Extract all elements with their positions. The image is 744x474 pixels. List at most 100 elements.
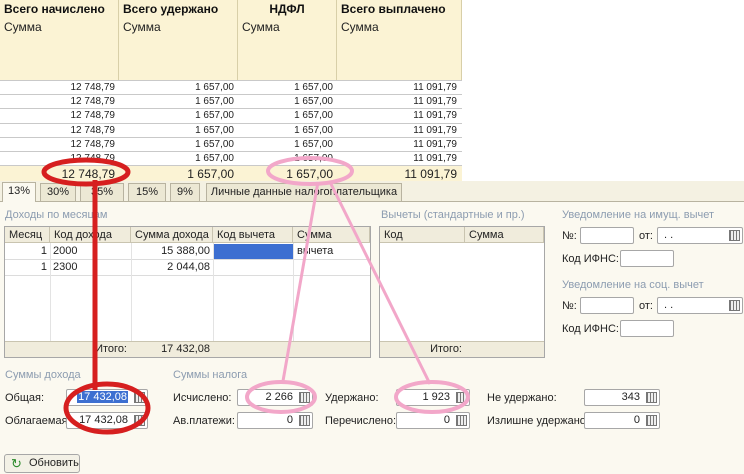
calculator-icon[interactable] [646,415,657,426]
column-title: Всего выплачено [341,2,446,16]
cell-withheld: 1 657,00 [195,124,234,136]
calculated-field[interactable]: 2 266 [237,389,313,406]
column-header-ndfl[interactable]: НДФЛ Сумма [238,0,337,80]
refresh-label: Обновить [29,457,79,469]
calculated-label: Исчислено: [173,392,232,404]
cell-paid: 11 091,79 [413,152,457,164]
table-row[interactable]: 12 748,79 1 657,00 1 657,00 11 091,79 [0,136,462,151]
calendar-icon[interactable] [729,300,740,311]
col-income-code[interactable]: Код дохода [50,227,131,243]
calculator-icon[interactable] [456,415,467,426]
cell-ndfl: 1 657,00 [294,82,333,93]
column-header-accrued[interactable]: Всего начислено Сумма [0,0,119,80]
calculator-icon[interactable] [134,392,145,403]
tab-35[interactable]: 35% [80,183,124,201]
income-grid-footer: Итого: 17 432,08 [5,341,370,357]
tab-30[interactable]: 30% [40,183,76,201]
col-deduction-code[interactable]: Код вычета [213,227,293,243]
table-row[interactable]: 1 2000 15 388,00 [5,244,370,260]
column-title: НДФЛ [269,2,305,16]
income-total-field[interactable]: 17 432,08 [66,389,148,406]
cell-ndfl: 1 657,00 [294,96,333,108]
tab-9[interactable]: 9% [170,183,200,201]
cell-deduction-code-selected[interactable] [213,244,293,259]
property-notice-ifns-field[interactable] [620,250,674,267]
cell-paid: 11 091,79 [413,96,457,108]
cell-ndfl: 1 657,00 [294,152,333,164]
cell-withheld: 1 657,00 [195,96,234,108]
cell-ndfl: 1 657,00 [294,110,333,122]
cell-accrued: 12 748,79 [70,124,116,136]
social-notice-number-field[interactable] [580,297,634,314]
not-withheld-label: Не удержано: [487,392,557,404]
tab-13[interactable]: 13% [2,182,36,202]
date-value: . . [664,229,674,241]
table-row[interactable]: 1 2300 2 044,08 [5,260,370,276]
col-income-sum[interactable]: Сумма дохода [131,227,213,243]
column-subtitle: Сумма [242,20,280,34]
social-notice-date-field[interactable]: . . [657,297,743,314]
advance-payments-field[interactable]: 0 [237,412,313,429]
not-withheld-field[interactable]: 343 [584,389,660,406]
cell-accrued: 12 748,79 [70,138,116,150]
column-header-withheld[interactable]: Всего удержано Сумма [119,0,238,80]
table-row[interactable]: 12 748,79 1 657,00 1 657,00 11 091,79 [0,122,462,137]
tab-personal-data[interactable]: Личные данные налогоплательщика [206,183,402,201]
calculator-icon[interactable] [134,415,145,426]
income-total-value: 17 432,08 [161,343,210,355]
date-value: . . [664,299,674,311]
cell-ndfl: 1 657,00 [294,124,333,136]
table-row[interactable]: 12 748,79 1 657,00 1 657,00 11 091,79 [0,108,462,123]
calendar-icon[interactable] [729,230,740,241]
cell-ndfl: 1 657,00 [294,138,333,150]
cell-withheld: 1 657,00 [195,138,234,150]
col-month[interactable]: Месяц [5,227,50,243]
calculator-icon[interactable] [299,415,310,426]
tab-15[interactable]: 15% [128,183,166,201]
col-sum[interactable]: Сумма [465,227,544,243]
refresh-button[interactable]: ↻ Обновить [4,454,80,473]
field-value: 343 [621,391,640,403]
table-row[interactable]: 12 748,79 1 657,00 1 657,00 11 091,79 [0,94,462,109]
cell-accrued: 12 748,79 [70,82,116,93]
income-grid[interactable]: Месяц Код дохода Сумма дохода Код вычета… [4,226,371,358]
property-notice-date-field[interactable]: . . [657,227,743,244]
cell-income-code: 2000 [53,245,78,257]
cell-income-sum: 15 388,00 [161,245,210,257]
income-taxable-field-label: Облагаемая: [5,415,71,427]
income-taxable-field[interactable]: 17 432,08 [66,412,148,429]
calculator-icon[interactable] [456,392,467,403]
withheld-field[interactable]: 1 923 [396,389,470,406]
field-value: 17 432,08 [79,414,128,426]
column-divider [131,243,132,341]
total-ndfl: 1 657,00 [286,167,333,181]
column-title: Всего удержано [123,2,219,16]
summary-table: Всего начислено Сумма Всего удержано Сум… [0,0,462,182]
overwithheld-field[interactable]: 0 [584,412,660,429]
income-total-label: Итого: [95,343,127,355]
deductions-grid[interactable]: Код Сумма Итого: [379,226,545,358]
overwithheld-label: Излишне удержано: [487,415,589,427]
col-deduction-sum[interactable]: Сумма вычета [293,227,370,257]
social-notice-date-label: от: [639,300,653,312]
cell-withheld: 1 657,00 [195,82,234,93]
property-notice-number-field[interactable] [580,227,634,244]
deductions-grid-footer: Итого: [380,341,544,357]
refresh-icon: ↻ [11,456,22,471]
social-notice-ifns-label: Код ИФНС: [562,323,619,335]
transferred-field[interactable]: 0 [396,412,470,429]
calculator-icon[interactable] [646,392,657,403]
section-deductions: Вычеты (стандартные и пр.) [381,209,525,221]
column-header-paid[interactable]: Всего выплачено Сумма [337,0,462,80]
table-row[interactable]: 12 748,79 1 657,00 1 657,00 11 091,79 [0,80,462,95]
cell-paid: 11 091,79 [413,138,457,150]
cell-month: 1 [40,245,47,257]
income-total-field-label: Общая: [5,392,45,404]
table-row[interactable]: 12 748,79 1 657,00 1 657,00 11 091,79 [0,150,462,166]
column-title: Всего начислено [4,2,105,16]
calculator-icon[interactable] [299,392,310,403]
col-code[interactable]: Код [380,227,465,243]
social-notice-ifns-field[interactable] [620,320,674,337]
cell-accrued: 12 748,79 [70,110,116,122]
column-divider [213,243,214,341]
